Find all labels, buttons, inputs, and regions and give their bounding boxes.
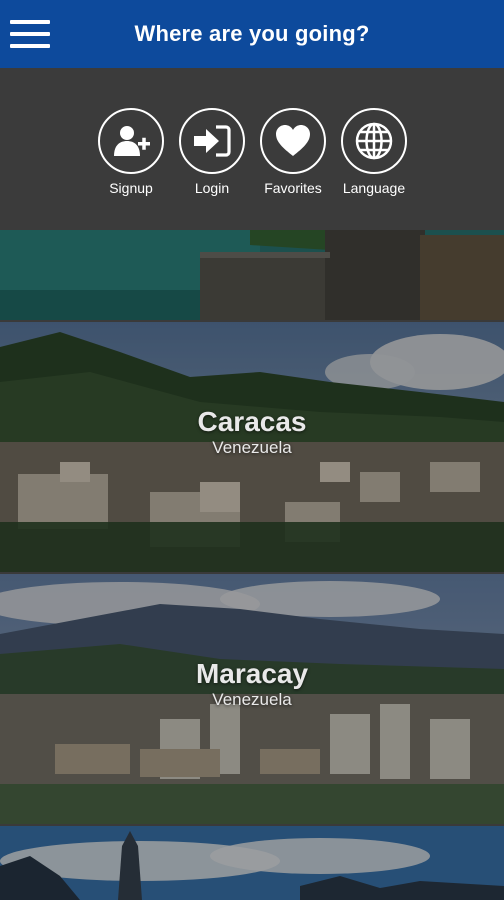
destination-card-caracas[interactable]: Caracas Venezuela — [0, 322, 504, 572]
city-name: Caracas — [197, 406, 307, 437]
signup-button[interactable]: Signup — [91, 108, 171, 196]
destination-card[interactable] — [0, 230, 504, 320]
heart-icon — [260, 108, 326, 174]
city-name: Maracay — [195, 658, 309, 689]
login-label: Login — [194, 180, 230, 196]
add-user-icon — [98, 108, 164, 174]
page-title: Where are you going? — [134, 21, 370, 46]
city-country: Venezuela — [212, 690, 292, 709]
globe-icon — [341, 108, 407, 174]
language-button[interactable]: Language — [334, 108, 414, 196]
quick-actions-panel: Signup Login Favorites Language — [0, 68, 504, 230]
login-button[interactable]: Login — [172, 108, 252, 196]
signup-label: Signup — [109, 180, 153, 196]
destination-card-maracay[interactable]: Maracay Venezuela — [0, 574, 504, 824]
city-label: Caracas Venezuela — [0, 406, 504, 458]
favorites-button[interactable]: Favorites — [253, 108, 333, 196]
top-app-bar: Where are you going? — [0, 0, 504, 68]
hamburger-menu-icon[interactable] — [10, 16, 52, 52]
city-label: Maracay Venezuela — [0, 658, 504, 710]
language-label: Language — [342, 180, 406, 196]
city-country: Venezuela — [212, 438, 292, 457]
login-icon — [179, 108, 245, 174]
destination-card[interactable] — [0, 826, 504, 900]
favorites-label: Favorites — [264, 180, 322, 196]
